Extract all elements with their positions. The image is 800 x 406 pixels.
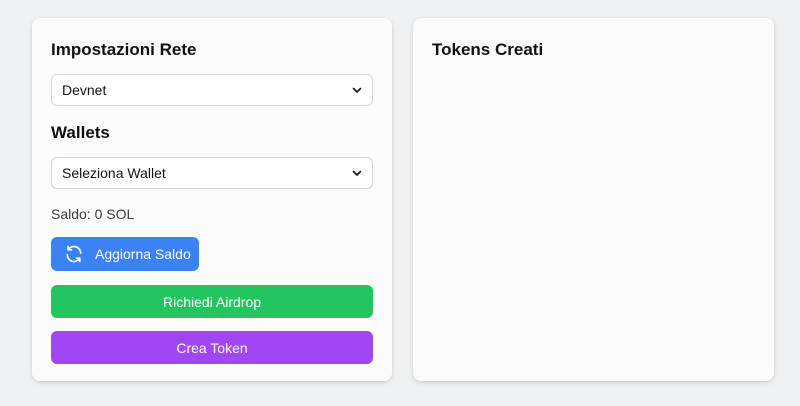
network-settings-heading: Impostazioni Rete — [51, 40, 197, 59]
settings-panel: Impostazioni Rete Devnet Wallets Selezio… — [32, 18, 392, 381]
network-select-value: Devnet — [62, 82, 107, 98]
refresh-balance-button[interactable]: Aggiorna Saldo — [51, 237, 199, 271]
wallets-heading: Wallets — [51, 123, 110, 142]
create-token-button[interactable]: Crea Token — [51, 331, 373, 364]
wallet-select-value: Seleziona Wallet — [62, 165, 166, 181]
request-airdrop-button[interactable]: Richiedi Airdrop — [51, 285, 373, 318]
chevron-down-icon — [352, 170, 362, 176]
request-airdrop-label: Richiedi Airdrop — [162, 293, 262, 310]
app-root: Impostazioni Rete Devnet Wallets Selezio… — [0, 0, 800, 406]
network-select[interactable]: Devnet — [51, 74, 373, 106]
create-token-label: Crea Token — [176, 339, 248, 356]
chevron-down-icon — [352, 87, 362, 93]
refresh-balance-label: Aggiorna Saldo — [95, 246, 191, 262]
refresh-icon — [66, 245, 82, 263]
balance-text: Saldo: 0 SOL — [51, 206, 135, 222]
tokens-panel: Tokens Creati — [413, 18, 774, 381]
wallet-select[interactable]: Seleziona Wallet — [51, 157, 373, 189]
tokens-created-heading: Tokens Creati — [432, 40, 544, 59]
